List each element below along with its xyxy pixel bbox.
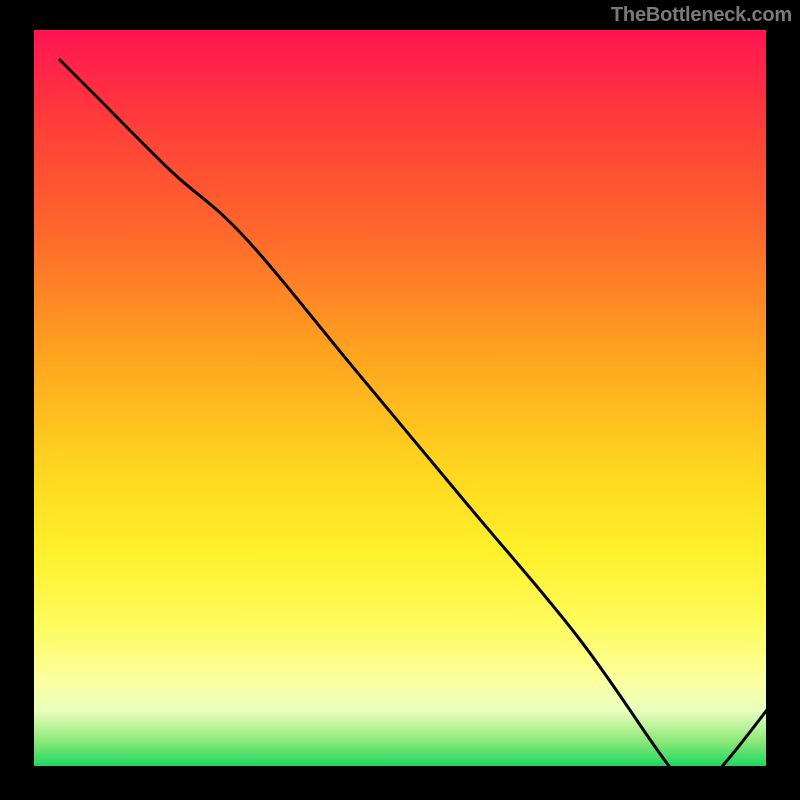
plot-area xyxy=(30,30,770,770)
x-axis-line xyxy=(30,766,770,770)
bottleneck-curve xyxy=(60,60,800,800)
y-axis-line xyxy=(30,30,34,770)
right-axis-line xyxy=(766,30,770,770)
chart-canvas: TheBottleneck.com xyxy=(0,0,800,800)
attribution-label: TheBottleneck.com xyxy=(611,4,792,27)
